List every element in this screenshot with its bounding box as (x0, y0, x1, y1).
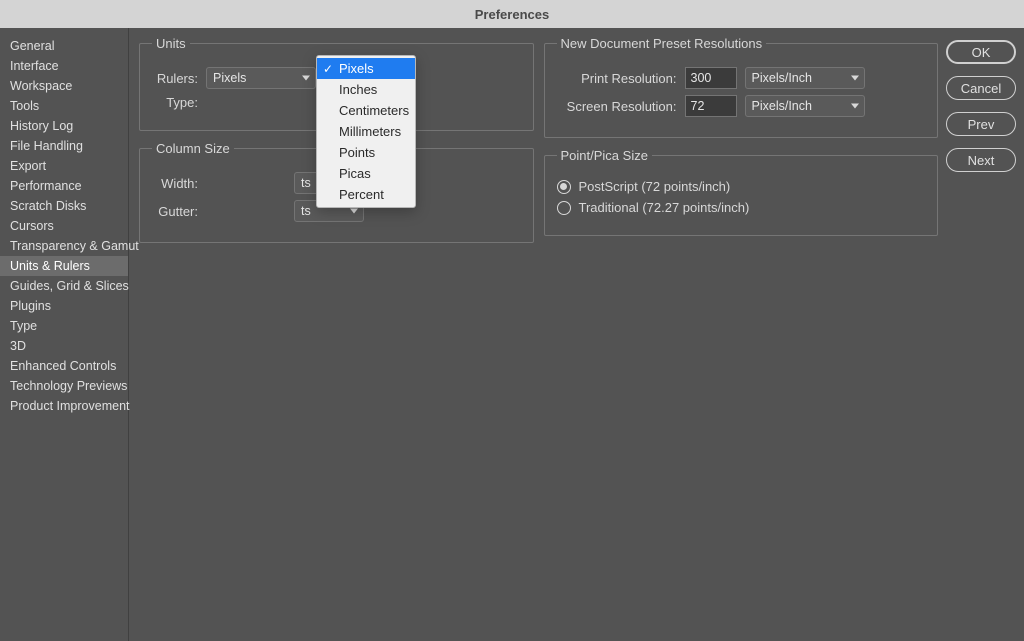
sidebar-item-type[interactable]: Type (0, 316, 128, 336)
window-title: Preferences (475, 7, 549, 22)
traditional-label: Traditional (72.27 points/inch) (579, 200, 750, 215)
prev-button[interactable]: Prev (946, 112, 1016, 136)
postscript-radio-row[interactable]: PostScript (72 points/inch) (557, 179, 926, 194)
rulers-label: Rulers: (152, 71, 198, 86)
rulers-dropdown-menu[interactable]: ✓ Pixels Inches Centimeters Millimeters Point… (316, 55, 416, 208)
rulers-option-inches[interactable]: Inches (317, 79, 415, 100)
width-label: Width: (152, 176, 198, 191)
rulers-option-label: Millimeters (339, 124, 401, 139)
screen-resolution-input[interactable] (685, 95, 737, 117)
rulers-option-label: Centimeters (339, 103, 409, 118)
sidebar-item-performance[interactable]: Performance (0, 176, 128, 196)
screen-resolution-label: Screen Resolution: (557, 99, 677, 114)
ok-button[interactable]: OK (946, 40, 1016, 64)
rulers-option-label: Inches (339, 82, 377, 97)
point-pica-group: Point/Pica Size PostScript (72 points/in… (544, 148, 939, 236)
resolutions-legend: New Document Preset Resolutions (557, 36, 767, 51)
sidebar-item-units-rulers[interactable]: Units & Rulers (0, 256, 128, 276)
sidebar-item-general[interactable]: General (0, 36, 128, 56)
rulers-option-percent[interactable]: Percent (317, 184, 415, 205)
gutter-label: Gutter: (152, 204, 198, 219)
rulers-select[interactable]: Pixels (206, 67, 316, 89)
sidebar-item-transparency-gamut[interactable]: Transparency & Gamut (0, 236, 128, 256)
sidebar-item-tools[interactable]: Tools (0, 96, 128, 116)
check-icon: ✓ (323, 62, 333, 76)
sidebar-item-enhanced-controls[interactable]: Enhanced Controls (0, 356, 128, 376)
rulers-option-label: Picas (339, 166, 371, 181)
sidebar-item-export[interactable]: Export (0, 156, 128, 176)
screen-resolution-unit-select[interactable]: Pixels/Inch (745, 95, 865, 117)
rulers-option-label: Percent (339, 187, 384, 202)
sidebar-item-3d[interactable]: 3D (0, 336, 128, 356)
right-column: New Document Preset Resolutions Print Re… (544, 36, 939, 633)
panels: Units Rulers: Pixels Type: Colu (139, 36, 938, 633)
print-resolution-label: Print Resolution: (557, 71, 677, 86)
category-sidebar: GeneralInterfaceWorkspaceToolsHistory Lo… (0, 28, 129, 641)
next-button[interactable]: Next (946, 148, 1016, 172)
point-pica-legend: Point/Pica Size (557, 148, 652, 163)
window-titlebar: Preferences (0, 0, 1024, 28)
resolutions-group: New Document Preset Resolutions Print Re… (544, 36, 939, 138)
rulers-option-picas[interactable]: Picas (317, 163, 415, 184)
screen-resolution-unit-control[interactable]: Pixels/Inch (745, 95, 865, 117)
content-area: Units Rulers: Pixels Type: Colu (129, 28, 1024, 641)
rulers-option-millimeters[interactable]: Millimeters (317, 121, 415, 142)
rulers-option-centimeters[interactable]: Centimeters (317, 100, 415, 121)
preferences-body: GeneralInterfaceWorkspaceToolsHistory Lo… (0, 28, 1024, 641)
rulers-select-control[interactable]: Pixels (206, 67, 316, 89)
traditional-radio-row[interactable]: Traditional (72.27 points/inch) (557, 200, 926, 215)
traditional-radio[interactable] (557, 201, 571, 215)
sidebar-item-product-improvement[interactable]: Product Improvement (0, 396, 128, 416)
print-resolution-unit-select[interactable]: Pixels/Inch (745, 67, 865, 89)
sidebar-item-history-log[interactable]: History Log (0, 116, 128, 136)
column-size-legend: Column Size (152, 141, 234, 156)
print-resolution-input[interactable] (685, 67, 737, 89)
postscript-radio[interactable] (557, 180, 571, 194)
sidebar-item-plugins[interactable]: Plugins (0, 296, 128, 316)
print-resolution-unit-control[interactable]: Pixels/Inch (745, 67, 865, 89)
sidebar-item-interface[interactable]: Interface (0, 56, 128, 76)
sidebar-item-technology-previews[interactable]: Technology Previews (0, 376, 128, 396)
sidebar-item-file-handling[interactable]: File Handling (0, 136, 128, 156)
sidebar-item-scratch-disks[interactable]: Scratch Disks (0, 196, 128, 216)
rulers-option-label: Pixels (339, 61, 374, 76)
screen-resolution-row: Screen Resolution: Pixels/Inch (557, 95, 926, 117)
sidebar-item-guides-grid-slices[interactable]: Guides, Grid & Slices (0, 276, 128, 296)
rulers-option-label: Points (339, 145, 375, 160)
rulers-option-pixels[interactable]: ✓ Pixels (317, 58, 415, 79)
type-label: Type: (152, 95, 198, 110)
sidebar-item-cursors[interactable]: Cursors (0, 216, 128, 236)
dialog-buttons: OK Cancel Prev Next (946, 36, 1016, 633)
postscript-label: PostScript (72 points/inch) (579, 179, 731, 194)
units-legend: Units (152, 36, 190, 51)
sidebar-item-workspace[interactable]: Workspace (0, 76, 128, 96)
print-resolution-row: Print Resolution: Pixels/Inch (557, 67, 926, 89)
rulers-option-points[interactable]: Points (317, 142, 415, 163)
cancel-button[interactable]: Cancel (946, 76, 1016, 100)
